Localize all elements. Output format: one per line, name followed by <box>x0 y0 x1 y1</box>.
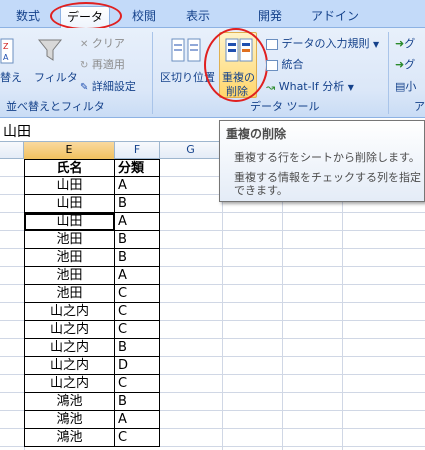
category-cell[interactable]: C <box>115 375 160 393</box>
category-cell[interactable]: C <box>115 429 160 447</box>
consolidate-button[interactable]: 統合 <box>266 56 304 72</box>
tab-formulas[interactable]: 数式 <box>6 6 50 28</box>
tooltip-line-1: 重複する行をシートから削除します。 <box>234 151 420 164</box>
category-cell[interactable]: A <box>115 411 160 429</box>
outline-group-label: ア <box>414 100 425 113</box>
category-cell[interactable]: A <box>115 177 160 195</box>
header-cell-name[interactable]: 氏名 <box>24 159 115 177</box>
reapply-label: 再適用 <box>91 58 125 71</box>
group-separator <box>152 32 153 114</box>
category-cell[interactable]: B <box>115 393 160 411</box>
advanced-label: 詳細設定 <box>91 80 136 93</box>
group-arrow-icon: ➜ <box>395 37 405 50</box>
data-validation-label: データの入力規則 <box>281 37 370 50</box>
clear-button[interactable]: ✕ クリア <box>80 35 125 51</box>
name-cell[interactable]: 鴻池 <box>24 429 115 447</box>
category-cell[interactable]: C <box>115 285 160 303</box>
svg-text:A: A <box>3 53 9 62</box>
category-cell[interactable]: C <box>115 303 160 321</box>
reapply-button[interactable]: ↻ 再適用 <box>80 56 125 72</box>
name-cell[interactable]: 山之内 <box>24 339 115 357</box>
category-cell[interactable]: B <box>115 249 160 267</box>
filter-button[interactable] <box>36 36 64 64</box>
subtotal-icon: ▤ <box>395 80 406 93</box>
tab-review[interactable]: 校閲 <box>124 6 164 28</box>
data-validation-icon <box>266 38 278 50</box>
category-cell[interactable]: D <box>115 357 160 375</box>
advanced-filter-icon: ✎ <box>80 81 89 93</box>
category-cell[interactable]: A <box>115 267 160 285</box>
ungroup-label: グ <box>404 58 416 71</box>
column-header-g[interactable]: G <box>160 142 222 159</box>
category-cell[interactable]: C <box>115 321 160 339</box>
tooltip-title: 重複の削除 <box>226 127 287 141</box>
text-to-columns-button[interactable] <box>170 36 202 64</box>
name-cell[interactable]: 池田 <box>24 267 115 285</box>
name-cell[interactable]: 池田 <box>24 231 115 249</box>
category-cell[interactable]: B <box>115 339 160 357</box>
subtotal-label: 小 <box>405 80 417 93</box>
reapply-icon: ↻ <box>80 59 89 71</box>
group-button[interactable]: ➜グ <box>395 35 415 51</box>
sort-filter-group-label: 並べ替えとフィルタ <box>6 100 105 113</box>
filter-funnel-icon <box>37 39 63 61</box>
clear-label: クリア <box>91 37 125 50</box>
sort-label: 替え <box>0 71 22 84</box>
name-cell[interactable]: 山之内 <box>24 303 115 321</box>
text-to-columns-icon <box>171 38 201 62</box>
name-cell[interactable]: 山田 <box>24 195 115 213</box>
consolidate-icon <box>266 59 278 71</box>
data-validation-button[interactable]: データの入力規則 ▼ <box>266 35 379 51</box>
clear-filter-icon: ✕ <box>80 38 89 50</box>
whatif-icon: ↝ <box>266 80 276 94</box>
annotation-circle-tab <box>50 2 122 30</box>
tab-addins[interactable]: アドイン <box>305 6 365 28</box>
tooltip-line-2: 重複する情報をチェックする列を指定できます。 <box>234 171 421 197</box>
formula-bar-value: 山田 <box>3 124 31 140</box>
tab-view[interactable]: 表示 <box>178 6 218 28</box>
annotation-circle-remove-duplicates <box>204 28 268 102</box>
name-cell[interactable]: 山之内 <box>24 357 115 375</box>
data-tools-group-label: データ ツール <box>250 100 320 113</box>
sort-button[interactable]: Z A <box>0 38 14 64</box>
chevron-down-icon: ▼ <box>373 40 380 49</box>
name-cell[interactable]: 池田 <box>24 285 115 303</box>
ungroup-button[interactable]: ➜グ <box>395 56 415 72</box>
group-separator <box>388 32 389 114</box>
group-label: グ <box>404 37 416 50</box>
subtotal-button[interactable]: ▤小 <box>395 78 416 94</box>
gridline <box>342 159 343 450</box>
chevron-down-icon: ▼ <box>347 83 354 92</box>
svg-text:Z: Z <box>3 42 9 51</box>
tooltip-remove-duplicates: 重複の削除 重複する行をシートから削除します。 重複する情報をチェックする列を指… <box>219 120 425 202</box>
name-cell[interactable]: 山田 <box>24 177 115 195</box>
category-cell[interactable]: A <box>115 213 160 231</box>
name-cell[interactable]: 山田 <box>24 213 115 231</box>
category-cell[interactable]: B <box>115 195 160 213</box>
filter-label: フィルタ <box>34 71 78 84</box>
name-cell[interactable]: 山之内 <box>24 375 115 393</box>
consolidate-label: 統合 <box>281 58 304 71</box>
ungroup-arrow-icon: ➜ <box>395 58 405 71</box>
advanced-button[interactable]: ✎ 詳細設定 <box>80 78 136 94</box>
column-header-f[interactable]: F <box>115 142 160 159</box>
select-all-corner[interactable] <box>0 142 24 159</box>
gridline <box>282 159 283 450</box>
tab-developer[interactable]: 開発 <box>250 6 290 28</box>
header-cell-category[interactable]: 分類 <box>115 159 160 177</box>
name-cell[interactable]: 鴻池 <box>24 411 115 429</box>
gridline <box>222 159 223 450</box>
category-cell[interactable]: B <box>115 231 160 249</box>
name-cell[interactable]: 山之内 <box>24 321 115 339</box>
sort-az-icon: Z A <box>0 38 14 64</box>
name-cell[interactable]: 鴻池 <box>24 393 115 411</box>
name-cell[interactable]: 池田 <box>24 249 115 267</box>
column-header-e[interactable]: E <box>24 142 115 159</box>
whatif-button[interactable]: ↝ What-If 分析 ▼ <box>266 78 354 94</box>
whatif-label: What-If 分析 <box>278 80 345 93</box>
